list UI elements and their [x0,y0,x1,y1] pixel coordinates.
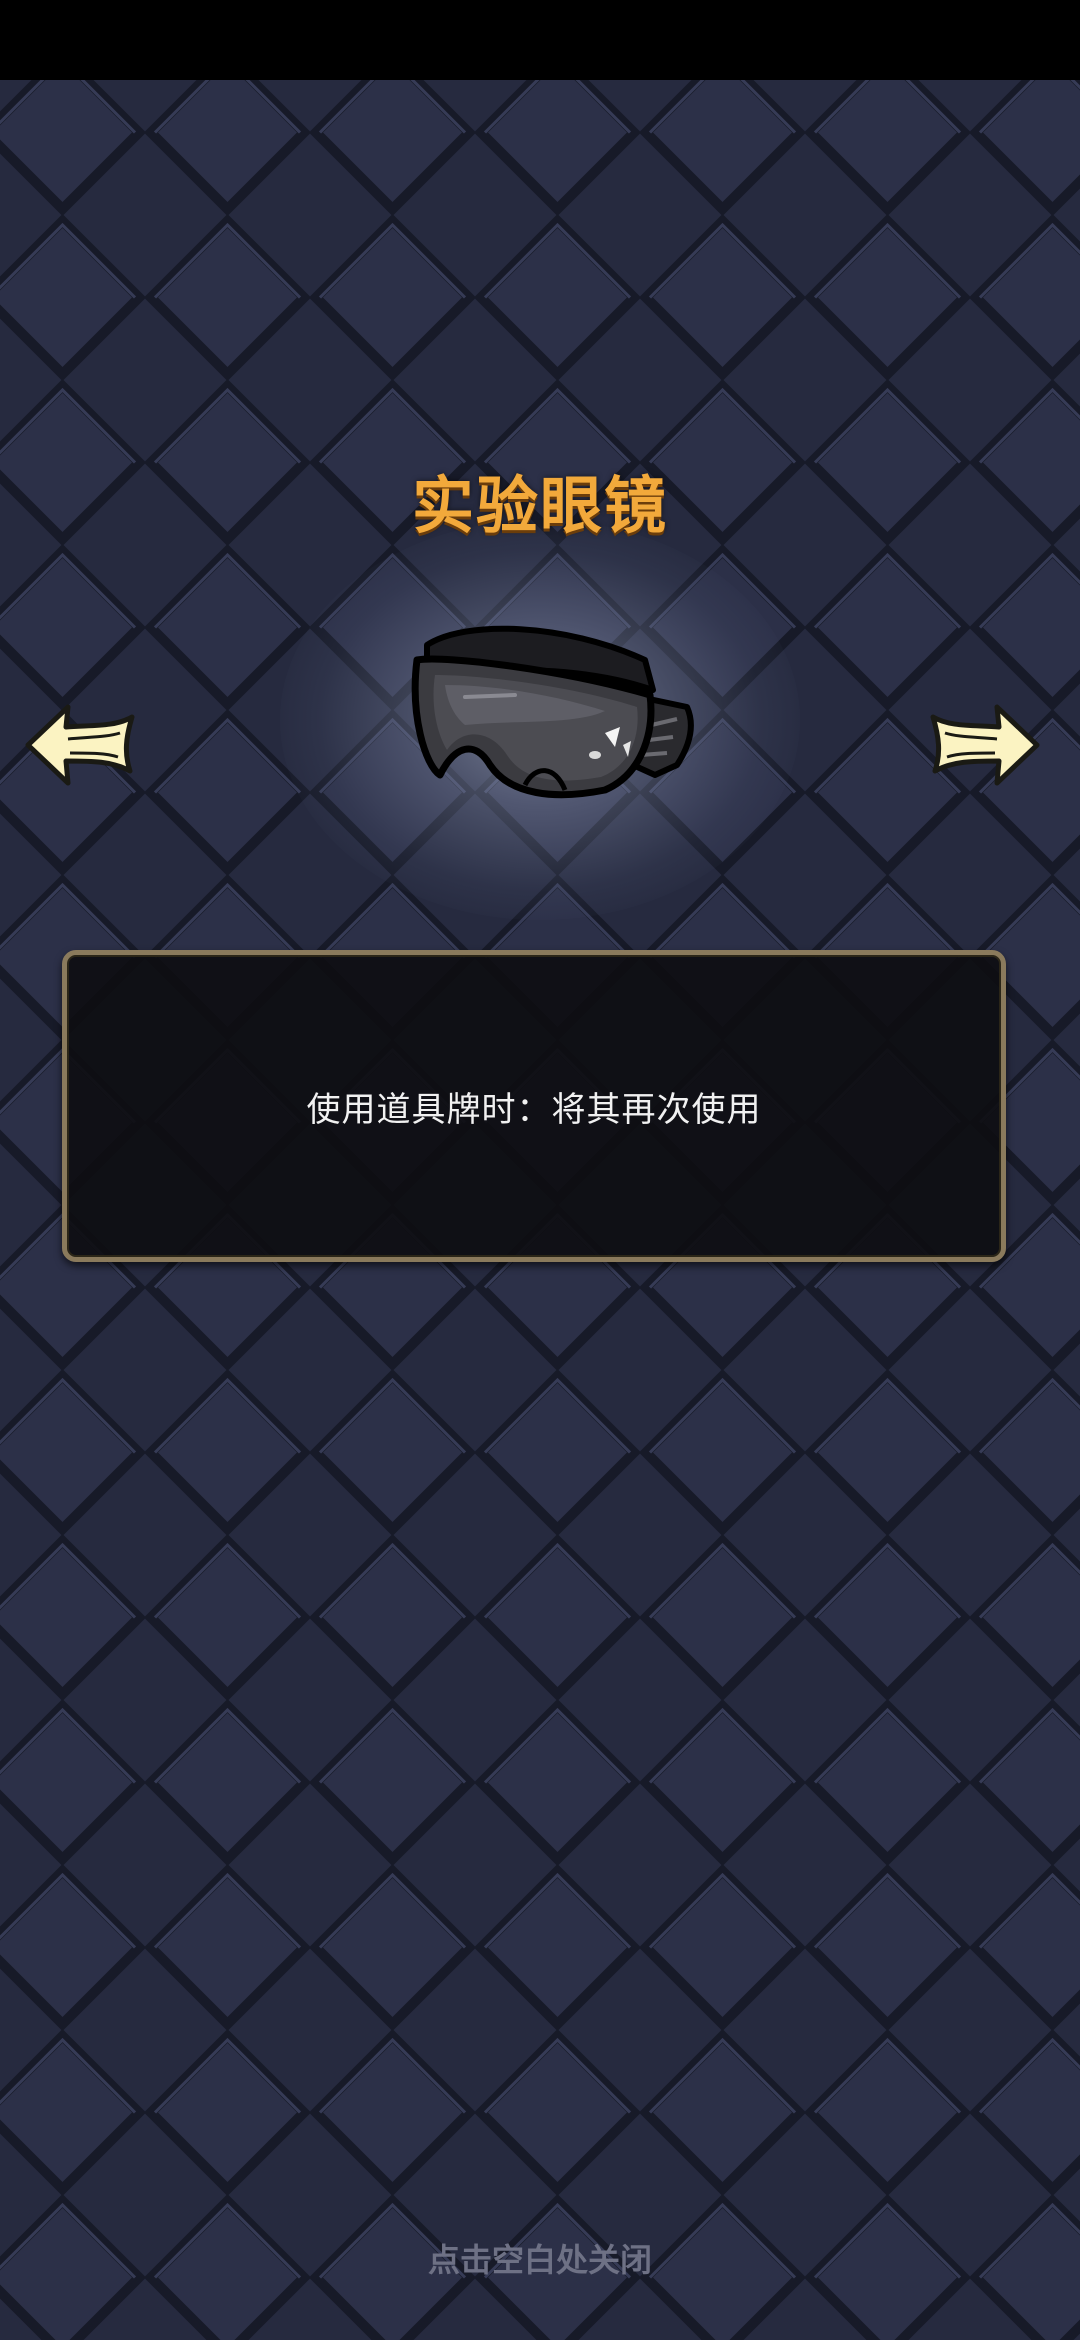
item-detail-overlay[interactable]: 实验眼镜 使用道具牌时：将其再次使用 点击空白处关闭 [0,0,1080,2340]
arrow-right-icon [930,704,1040,786]
description-panel: 使用道具牌时：将其再次使用 [62,950,1006,1262]
item-title: 实验眼镜 [411,469,668,542]
close-hint[interactable]: 点击空白处关闭 [0,2235,1080,2281]
goggles-icon [411,625,694,799]
prev-item-arrow-button[interactable] [20,695,140,795]
arrow-left-icon [25,704,135,786]
next-item-arrow-button[interactable] [925,695,1045,795]
item-description: 使用道具牌时：将其再次使用 [306,1089,762,1130]
status-bar [0,0,1080,80]
